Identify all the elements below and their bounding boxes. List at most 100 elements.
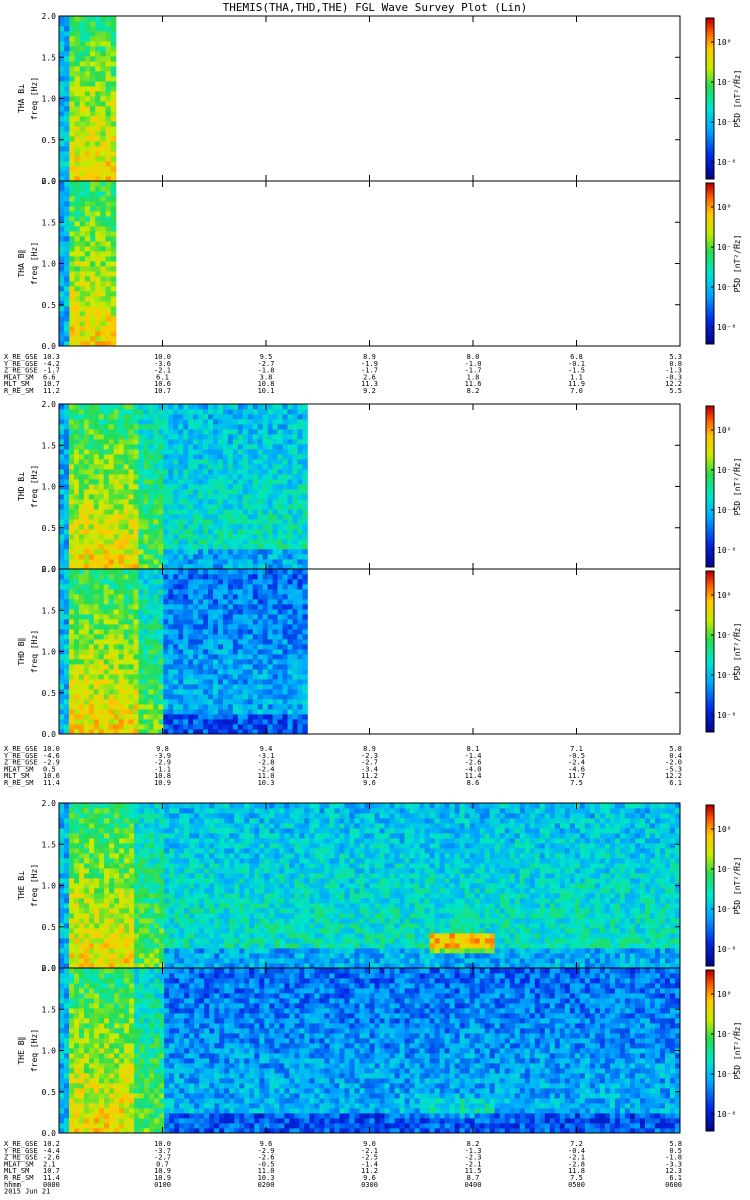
spectrogram-cell (217, 659, 224, 665)
spectrogram-cell (208, 619, 214, 625)
spectrogram-cell (74, 918, 80, 924)
spectrogram-cell (143, 639, 149, 645)
spectrogram-cell (69, 868, 75, 874)
spectrogram-cell (163, 424, 169, 430)
spectrogram-cell (262, 444, 269, 450)
spectrogram-cell (252, 579, 259, 585)
spectrogram-cell (173, 589, 179, 595)
spectrogram-cell (237, 684, 244, 690)
spectrogram-cell (103, 679, 110, 685)
spectrogram-cell (198, 669, 204, 675)
colorbar-tick-label: 10⁰ (717, 426, 731, 435)
colorbar-label: PSD [nT²/Hz] (733, 70, 742, 128)
spectrogram-cell (73, 584, 80, 590)
spectrogram-cell (104, 893, 110, 899)
spectrogram-cell (63, 534, 70, 540)
spectrogram-cell (262, 404, 269, 410)
spectrogram-cell (128, 629, 134, 635)
spectrogram-cell (138, 509, 144, 515)
spectrogram-cell (118, 534, 124, 540)
spectrogram-cell (99, 868, 105, 874)
spectrogram-cell (267, 624, 274, 630)
spectrogram-cell (297, 714, 303, 720)
spectrogram-cell (59, 833, 65, 839)
spectrogram-cell (302, 454, 308, 460)
spectrogram-cell (148, 714, 154, 720)
spectrogram-cell (123, 584, 129, 590)
spectrogram-cell (282, 409, 288, 415)
spectrogram-cell (128, 714, 134, 720)
spectrogram-cell (302, 494, 308, 500)
spectrogram-cell (138, 684, 144, 690)
spectrogram-cell (93, 494, 100, 500)
spectrogram-cell (64, 933, 70, 939)
spectrogram-cell (110, 306, 117, 312)
spectrogram-cell (78, 549, 85, 555)
spectrogram-cell (252, 404, 259, 410)
spectrogram-cell (105, 276, 112, 282)
spectrogram-cell (113, 409, 120, 415)
spectrogram-cell (277, 664, 283, 670)
spectrogram-cell (69, 913, 75, 919)
spectrogram-cell (148, 614, 154, 620)
spectrogram-cell (227, 719, 234, 725)
spectrogram-cell (79, 161, 86, 167)
spectrogram-cell (69, 171, 75, 177)
spectrogram-cell (79, 266, 86, 272)
spectrogram-cell (73, 454, 80, 460)
spectrogram-cell (217, 519, 224, 525)
spectrogram-cell (84, 196, 91, 202)
spectrogram-cell (64, 91, 70, 97)
spectrogram-cell (100, 231, 106, 237)
spectrogram-cell (262, 654, 269, 660)
spectrogram-cell (242, 609, 249, 615)
spectrogram-cell (78, 629, 85, 635)
spectrogram-cell (252, 439, 259, 445)
spectrogram-cell (69, 331, 75, 337)
spectrogram-cell (198, 599, 204, 605)
spectrogram-cell (88, 534, 95, 540)
spectrogram-cell (59, 549, 65, 555)
spectrogram-cell (287, 554, 293, 560)
spectrogram-cell (153, 524, 159, 530)
spectrogram-cell (178, 659, 184, 665)
spectrogram-cell (242, 529, 249, 535)
spectrogram-cell (262, 494, 269, 500)
spectrogram-cell (88, 629, 95, 635)
spectrogram-cell (217, 534, 224, 540)
spectrogram-cell (105, 111, 112, 117)
spectrogram-cell (252, 474, 259, 480)
spectrogram-cell (64, 331, 70, 337)
spectrogram-cell (59, 654, 65, 660)
spectrogram-cell (74, 171, 81, 177)
spectrogram-cell (84, 823, 90, 829)
spectrogram-cell (302, 474, 308, 480)
spectrogram-cell (63, 674, 70, 680)
spectrogram-cell (153, 469, 159, 475)
spectrogram-cell (247, 594, 254, 600)
spectrogram-cell (198, 539, 204, 545)
spectrogram-cell (213, 569, 219, 575)
spectrogram-cell (59, 256, 65, 262)
spectrogram-cell (193, 524, 199, 530)
spectrogram-cell (68, 439, 75, 445)
spectrogram-cell (148, 509, 154, 515)
spectrogram-cell (105, 26, 112, 32)
spectrogram-cell (83, 609, 90, 615)
spectrogram-cell (173, 479, 179, 485)
spectrogram-cell (143, 599, 149, 605)
spectrogram-cell (64, 261, 70, 267)
spectrogram-cell (89, 838, 95, 844)
spectrogram-cell (123, 419, 129, 425)
spectrogram-cell (83, 659, 90, 665)
spectrogram-cell (282, 504, 288, 510)
spectrogram-cell (59, 629, 65, 635)
spectrogram-cell (128, 479, 134, 485)
spectrogram-cell (173, 699, 179, 705)
spectrogram-cell (69, 141, 75, 147)
spectrogram-cell (98, 544, 105, 550)
spectrogram-cell (73, 679, 80, 685)
spectrogram-cell (59, 704, 65, 710)
spectrogram-cell (103, 579, 110, 585)
spectrogram-cell (84, 301, 91, 307)
